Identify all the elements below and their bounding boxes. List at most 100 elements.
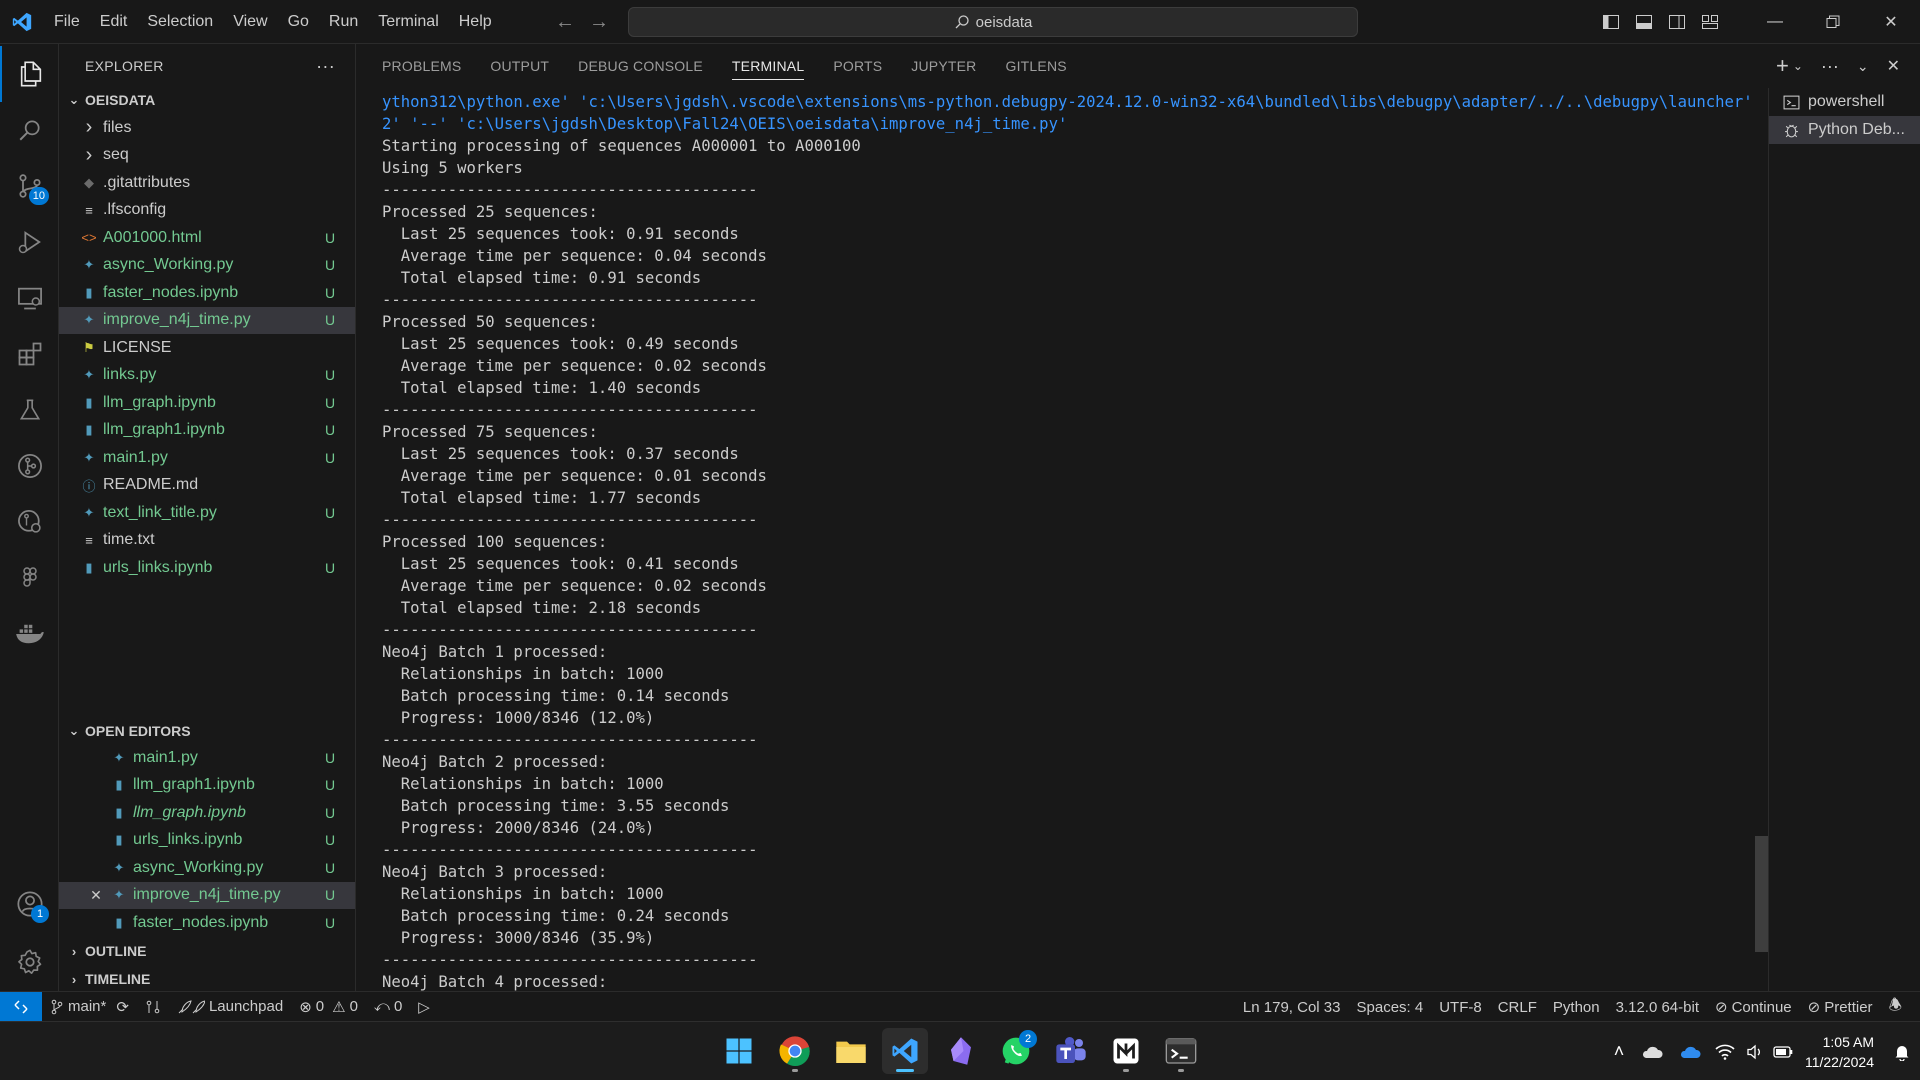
figma-icon[interactable] <box>0 550 59 606</box>
more-actions-icon[interactable]: ··· <box>1821 56 1839 77</box>
chrome-icon[interactable] <box>772 1028 818 1074</box>
tab-output[interactable]: OUTPUT <box>490 44 549 88</box>
menu-run[interactable]: Run <box>319 0 368 44</box>
explorer-file[interactable]: <> A001000.html U <box>59 224 355 252</box>
forward-arrow-icon[interactable]: → <box>589 11 609 34</box>
explorer-more-actions[interactable]: ··· <box>316 56 335 77</box>
explorer-file[interactable]: ▮ urls_links.ipynb U <box>59 554 355 582</box>
gitlens-graph-status[interactable] <box>137 992 169 1022</box>
explorer-folder[interactable]: › seq <box>59 142 355 170</box>
cloud-icon[interactable] <box>1633 1022 1671 1080</box>
docker-icon[interactable] <box>0 606 59 662</box>
launchpad-status[interactable]: Launchpad <box>169 992 291 1022</box>
tab-ports[interactable]: PORTS <box>833 44 882 88</box>
indentation-status[interactable]: Spaces: 4 <box>1349 992 1432 1022</box>
notifications-bell-icon[interactable]: 🕭 <box>1881 992 1910 1022</box>
show-hidden-icons-chevron-icon[interactable]: ˄ <box>1605 1022 1633 1080</box>
tab-gitlens[interactable]: GITLENS <box>1005 44 1066 88</box>
search-view-icon[interactable] <box>0 102 59 158</box>
whatsapp-icon[interactable]: 2 <box>993 1028 1039 1074</box>
open-editor-item[interactable]: ✦ main1.py U <box>59 744 355 772</box>
open-editor-item[interactable]: ▮ faster_nodes.ipynb U <box>59 909 355 937</box>
remote-explorer-icon[interactable] <box>0 270 59 326</box>
battery-icon[interactable] <box>1769 1022 1797 1080</box>
close-panel-icon[interactable]: ✕ <box>1887 56 1900 76</box>
windows-terminal-icon[interactable] <box>1158 1028 1204 1074</box>
tab-problems[interactable]: PROBLEMS <box>382 44 461 88</box>
extensions-icon[interactable] <box>0 326 59 382</box>
continue-status[interactable]: ⊘ Continue <box>1707 992 1800 1022</box>
close-editor-icon[interactable]: ✕ <box>81 887 111 904</box>
file-explorer-icon[interactable] <box>828 1028 874 1074</box>
accounts-icon[interactable]: 1 <box>0 876 59 932</box>
obsidian-icon[interactable] <box>938 1028 984 1074</box>
app-n-icon[interactable] <box>1103 1028 1149 1074</box>
terminal-session-powershell[interactable]: powershell <box>1769 88 1920 116</box>
menu-edit[interactable]: Edit <box>90 0 138 44</box>
settings-gear-icon[interactable] <box>0 934 59 990</box>
branch-status[interactable]: main* ⟳ <box>42 992 137 1022</box>
explorer-folder[interactable]: › files <box>59 114 355 142</box>
explorer-icon[interactable] <box>0 46 59 102</box>
vscode-taskbar-icon[interactable] <box>882 1028 928 1074</box>
volume-icon[interactable] <box>1741 1022 1769 1080</box>
menu-help[interactable]: Help <box>449 0 502 44</box>
explorer-file[interactable]: ≡ time.txt <box>59 527 355 555</box>
restore-icon[interactable] <box>1804 0 1862 44</box>
menu-file[interactable]: File <box>44 0 90 44</box>
windows-start-icon[interactable] <box>716 1028 762 1074</box>
toggle-panel-icon[interactable] <box>1627 0 1660 44</box>
menu-view[interactable]: View <box>223 0 277 44</box>
terminal-scrollbar[interactable] <box>1755 836 1769 952</box>
customize-layout-icon[interactable] <box>1693 0 1726 44</box>
maximize-panel-chevron-icon[interactable]: ⌄ <box>1857 58 1869 75</box>
eol-status[interactable]: CRLF <box>1490 992 1545 1022</box>
ports-status[interactable]: ⤺ 0 <box>366 992 410 1022</box>
open-editor-item[interactable]: ✕ ✦ improve_n4j_time.py U <box>59 881 355 909</box>
back-arrow-icon[interactable]: ← <box>555 11 575 34</box>
explorer-file[interactable]: ✦ async_Working.py U <box>59 252 355 280</box>
open-editor-item[interactable]: ▮ llm_graph.ipynb U <box>59 799 355 827</box>
onedrive-icon[interactable] <box>1671 1022 1709 1080</box>
open-editor-item[interactable]: ▮ urls_links.ipynb U <box>59 827 355 855</box>
cursor-position[interactable]: Ln 179, Col 33 <box>1235 992 1349 1022</box>
toggle-primary-sidebar-icon[interactable] <box>1594 0 1627 44</box>
explorer-file[interactable]: ✦ text_link_title.py U <box>59 499 355 527</box>
terminal-dropdown-chevron-icon[interactable]: ⌄ <box>1793 59 1803 73</box>
sync-icon[interactable]: ⟳ <box>116 998 129 1016</box>
remote-indicator-icon[interactable] <box>0 991 42 1022</box>
workspace-root-header[interactable]: ⌄ OEISDATA <box>59 88 355 112</box>
gitlens-inspect-icon[interactable] <box>0 494 59 550</box>
run-debug-icon[interactable] <box>0 214 59 270</box>
testing-icon[interactable] <box>0 382 59 438</box>
menu-selection[interactable]: Selection <box>137 0 223 44</box>
teams-icon[interactable] <box>1048 1028 1094 1074</box>
terminal-session-python-debug[interactable]: Python Deb... <box>1769 116 1920 144</box>
prettier-status[interactable]: ⊘ Prettier <box>1800 992 1881 1022</box>
taskbar-clock[interactable]: 1:05 AM 11/22/2024 <box>1797 1032 1884 1072</box>
explorer-file[interactable]: ⓘ README.md <box>59 472 355 500</box>
close-window-icon[interactable]: ✕ <box>1862 0 1920 44</box>
open-editor-item[interactable]: ▮ llm_graph1.ipynb U <box>59 772 355 800</box>
tab-terminal[interactable]: TERMINAL <box>731 44 805 88</box>
wifi-icon[interactable] <box>1709 1022 1741 1080</box>
language-mode[interactable]: Python <box>1545 992 1608 1022</box>
explorer-file[interactable]: ▮ faster_nodes.ipynb U <box>59 279 355 307</box>
open-editor-item[interactable]: ✦ async_Working.py U <box>59 854 355 882</box>
menu-go[interactable]: Go <box>278 0 319 44</box>
explorer-file[interactable]: ◆ .gitattributes <box>59 169 355 197</box>
explorer-file[interactable]: ✦ improve_n4j_time.py U <box>59 306 355 334</box>
new-terminal-icon[interactable]: + <box>1776 53 1789 79</box>
source-control-icon[interactable]: 10 <box>0 158 59 214</box>
python-interpreter[interactable]: 3.12.0 64-bit <box>1608 992 1707 1022</box>
toggle-secondary-sidebar-icon[interactable] <box>1660 0 1693 44</box>
command-center[interactable]: oeisdata <box>628 7 1358 37</box>
tab-debug-console[interactable]: DEBUG CONSOLE <box>578 44 703 88</box>
notification-bell-icon[interactable] <box>1884 1022 1920 1080</box>
outline-header[interactable]: › OUTLINE <box>59 939 355 963</box>
explorer-file[interactable]: ✦ links.py U <box>59 362 355 390</box>
problems-status[interactable]: ⊗ 0 ⚠ 0 <box>291 992 366 1022</box>
explorer-file[interactable]: ▮ llm_graph.ipynb U <box>59 389 355 417</box>
terminal-output[interactable]: ython312\python.exe' 'c:\Users\jgdsh\.vs… <box>382 91 1752 991</box>
explorer-file[interactable]: ⚑ LICENSE <box>59 334 355 362</box>
